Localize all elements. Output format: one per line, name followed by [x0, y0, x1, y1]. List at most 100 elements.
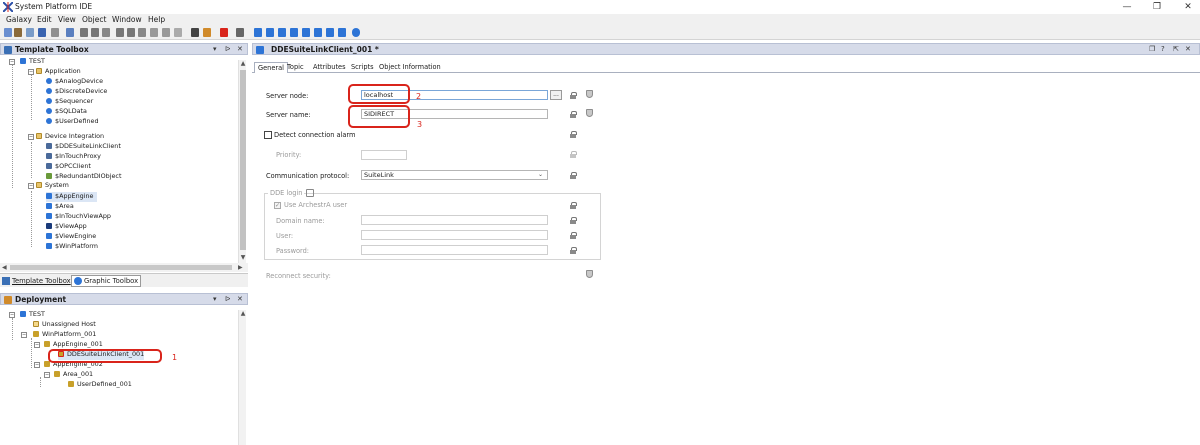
tree-node-application[interactable]: Application [36, 67, 81, 77]
priority-input[interactable] [361, 150, 407, 160]
expand-toggle[interactable]: − [28, 69, 34, 75]
tree-node-analogdevice[interactable]: $AnalogDevice [46, 77, 103, 87]
deployment-scrollbar[interactable]: ▲ [238, 310, 246, 445]
protocol-select[interactable]: SuiteLink ⌄ [361, 170, 548, 180]
tree-node-ddesuitelinkclient[interactable]: $DDESuiteLinkClient [46, 142, 121, 152]
lock-icon[interactable] [570, 247, 577, 254]
menu-window[interactable]: Window [112, 15, 142, 25]
tab-scripts[interactable]: Scripts [348, 62, 377, 73]
help-icon[interactable]: ? [1161, 44, 1165, 55]
password-input[interactable] [361, 245, 548, 255]
menu-galaxy[interactable]: Galaxy [6, 15, 32, 25]
tab-object-information[interactable]: Object Information [376, 62, 444, 73]
window-restore-icon[interactable]: ❐ [1149, 44, 1155, 55]
detect-alarm-checkbox[interactable] [264, 131, 272, 139]
menu-object[interactable]: Object [82, 15, 106, 25]
deploy-icon[interactable] [116, 28, 124, 37]
lock-icon[interactable] [570, 111, 577, 118]
lock-icon[interactable] [570, 172, 577, 179]
tab-general[interactable]: General [254, 62, 288, 73]
close-window-button[interactable]: ✕ [1182, 1, 1194, 13]
close-object-icon[interactable] [51, 28, 59, 37]
tab-graphic-toolbox[interactable]: Graphic Toolbox [71, 275, 142, 287]
scroll-up-icon[interactable]: ▲ [239, 310, 247, 318]
tree-node-winplatform-001[interactable]: WinPlatform_001 [33, 330, 96, 340]
tree-node-system[interactable]: System [36, 181, 69, 191]
tree-node-sqldata[interactable]: $SQLData [46, 107, 87, 117]
security-icon[interactable] [586, 90, 593, 98]
properties-icon[interactable] [174, 28, 182, 37]
expand-toggle[interactable]: − [28, 183, 34, 189]
close-pane-icon[interactable]: ✕ [237, 294, 243, 305]
tree-node-winplatform[interactable]: $WinPlatform [46, 242, 98, 252]
tab-topic[interactable]: Topic [284, 62, 307, 73]
find-icon[interactable] [203, 28, 211, 37]
new-icon[interactable] [4, 28, 12, 37]
tree-node-area-001[interactable]: Area_001 [54, 370, 93, 380]
model-view-icon[interactable] [254, 28, 262, 37]
scroll-up-icon[interactable]: ▲ [239, 60, 247, 68]
check-out-icon[interactable] [91, 28, 99, 37]
domain-input[interactable] [361, 215, 548, 225]
undeploy-icon[interactable] [127, 28, 135, 37]
tree-node-test[interactable]: TEST [20, 310, 45, 320]
tree-node-userdefined[interactable]: $UserDefined [46, 117, 99, 127]
tree-node-area[interactable]: $Area [46, 202, 74, 212]
use-archestra-checkbox[interactable]: ✓ [274, 202, 281, 209]
security-icon[interactable] [586, 109, 593, 117]
derivation-view-icon[interactable] [278, 28, 286, 37]
view-icon[interactable] [66, 28, 74, 37]
check-in-icon[interactable] [80, 28, 88, 37]
dock-icon[interactable]: ⇱ [1173, 44, 1179, 55]
graphic-toolbox-icon[interactable] [302, 28, 310, 37]
tree-node-viewapp[interactable]: $ViewApp [46, 222, 87, 232]
close-pane-icon[interactable]: ✕ [237, 44, 243, 55]
minimize-button[interactable]: — [1121, 1, 1133, 13]
menu-help[interactable]: Help [148, 15, 165, 25]
tree-node-sequencer[interactable]: $Sequencer [46, 97, 93, 107]
tree-node-intouchproxy[interactable]: $InTouchProxy [46, 152, 101, 162]
tree-node-appengine[interactable]: $AppEngine [46, 192, 98, 202]
tree-node-test[interactable]: TEST [20, 57, 45, 67]
template-hscrollbar[interactable]: ◀ ▶ [0, 263, 248, 272]
tree-node-intouchviewapp[interactable]: $InTouchViewApp [46, 212, 111, 222]
close-editor-icon[interactable]: ✕ [1185, 44, 1191, 55]
expand-toggle[interactable]: − [9, 59, 15, 65]
deployment-view-icon[interactable] [266, 28, 274, 37]
alarm-icon[interactable] [220, 28, 228, 37]
restore-button[interactable]: ❐ [1151, 1, 1163, 13]
operations-view-icon[interactable] [314, 28, 322, 37]
edit-icon[interactable] [26, 28, 34, 37]
tree-node-userdefined-001[interactable]: UserDefined_001 [68, 380, 132, 390]
expand-toggle[interactable]: − [21, 332, 27, 338]
import-icon[interactable] [150, 28, 158, 37]
scroll-down-icon[interactable]: ▼ [239, 254, 247, 262]
tab-template-toolbox[interactable]: Template Toolbox [2, 275, 71, 287]
hscroll-thumb[interactable] [10, 265, 232, 270]
lock-icon[interactable] [570, 92, 577, 99]
chevron-down-icon[interactable]: ⌄ [538, 171, 543, 179]
template-tree-scrollbar[interactable]: ▲ ▼ [238, 60, 246, 263]
lock-icon[interactable] [570, 232, 577, 239]
galaxy-icon[interactable] [236, 28, 244, 37]
menu-edit[interactable]: Edit [37, 15, 52, 25]
export-icon[interactable] [162, 28, 170, 37]
template-toolbox-icon[interactable] [290, 28, 298, 37]
expand-toggle[interactable]: − [9, 312, 15, 318]
open-icon[interactable] [14, 28, 22, 37]
scroll-left-icon[interactable]: ◀ [2, 263, 7, 272]
tree-node-opcclient[interactable]: $OPCClient [46, 162, 91, 172]
pin-dropdown-icon[interactable]: ▾ [213, 44, 217, 55]
security-icon[interactable] [586, 270, 593, 278]
expand-toggle[interactable]: − [44, 372, 50, 378]
user-input[interactable] [361, 230, 548, 240]
auto-hide-icon[interactable]: ᐅ [225, 44, 230, 55]
properties-view-icon[interactable] [326, 28, 334, 37]
cut-icon[interactable] [191, 28, 199, 37]
lock-icon[interactable] [570, 131, 577, 138]
undo-checkout-icon[interactable] [102, 28, 110, 37]
scroll-thumb[interactable] [240, 70, 246, 250]
expand-toggle[interactable]: − [28, 134, 34, 140]
save-icon[interactable] [38, 28, 46, 37]
tree-node-viewengine[interactable]: $ViewEngine [46, 232, 96, 242]
